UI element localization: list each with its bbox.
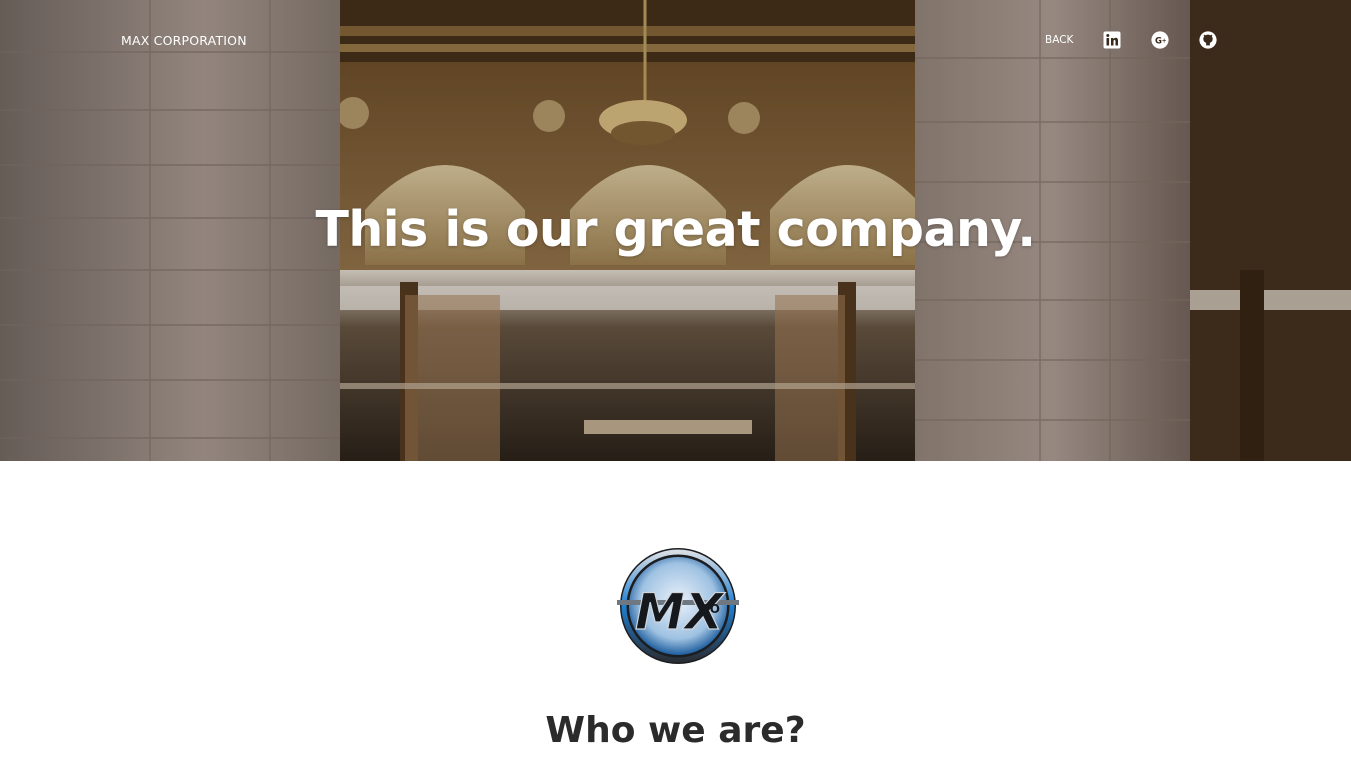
brand-link[interactable]: MAX CORPORATION xyxy=(121,33,247,48)
hero-section: MAX CORPORATION BACK G + This is our gre… xyxy=(0,0,1351,461)
svg-text:CO: CO xyxy=(701,602,720,616)
svg-text:+: + xyxy=(1162,38,1167,45)
about-section: MX CO Who we are? xyxy=(0,461,1351,768)
section-title: Who we are? xyxy=(545,710,806,751)
top-navbar: MAX CORPORATION BACK G + xyxy=(0,0,1351,80)
company-logo: MX CO xyxy=(615,545,741,667)
google-plus-icon[interactable]: G + xyxy=(1151,31,1169,49)
back-link[interactable]: BACK xyxy=(1045,34,1073,46)
linkedin-icon[interactable] xyxy=(1103,31,1121,49)
hero-title: This is our great company. xyxy=(315,201,1037,258)
github-icon[interactable] xyxy=(1199,31,1217,49)
